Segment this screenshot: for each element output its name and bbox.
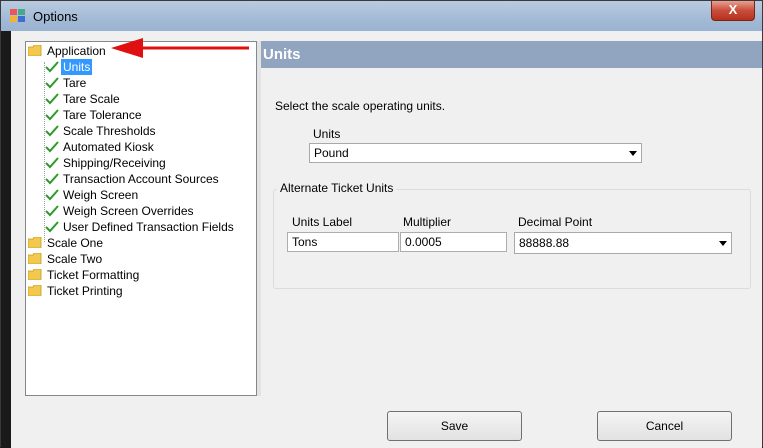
- tree-item-scale-one[interactable]: Scale One: [28, 235, 105, 251]
- decimal-point-value: 88888.88: [519, 236, 570, 250]
- app-icon: [10, 9, 25, 22]
- decimal-point-dropdown[interactable]: 88888.88: [514, 232, 732, 254]
- panel-title: Units: [261, 41, 762, 68]
- instruction-text: Select the scale operating units.: [275, 99, 446, 113]
- units-label: Units: [313, 127, 341, 141]
- tree-item-label: Application: [47, 44, 106, 58]
- tree-item-label: User Defined Transaction Fields: [63, 220, 234, 234]
- tree-item-tare-scale[interactable]: Tare Scale: [45, 91, 122, 107]
- check-icon: [45, 189, 59, 201]
- tree-item-label: Ticket Printing: [47, 284, 123, 298]
- multiplier-label: Multiplier: [403, 215, 452, 229]
- tree-item-scale-two[interactable]: Scale Two: [28, 251, 104, 267]
- tree-item-label: Weigh Screen: [63, 188, 139, 202]
- folder-icon: [28, 285, 42, 296]
- check-icon: [45, 157, 59, 169]
- tree-item-label: Units: [61, 59, 93, 75]
- check-icon: [45, 221, 59, 233]
- close-button[interactable]: X: [711, 1, 755, 21]
- tree-item-label: Transaction Account Sources: [63, 172, 219, 186]
- tree-item-label: Tare Scale: [63, 92, 120, 106]
- tree-item-label: Scale One: [47, 236, 104, 250]
- title-bar[interactable]: Options X: [1, 1, 762, 31]
- check-icon: [45, 173, 59, 185]
- tree-item-ticket-formatting[interactable]: Ticket Formatting: [28, 267, 141, 283]
- folder-icon: [28, 237, 42, 248]
- chevron-down-icon[interactable]: [719, 241, 727, 246]
- units-label-input[interactable]: Tons: [287, 232, 399, 252]
- tree-item-tare-tolerance[interactable]: Tare Tolerance: [45, 107, 144, 123]
- folder-icon: [28, 269, 42, 280]
- window-title: Options: [33, 9, 78, 24]
- tree-item-scale-thresholds[interactable]: Scale Thresholds: [45, 123, 158, 139]
- units-dropdown[interactable]: Pound: [309, 143, 642, 163]
- tree-item-label: Ticket Formatting: [47, 268, 140, 282]
- options-window: Options X Application Units Tare Tare Sc…: [0, 0, 763, 448]
- multiplier-input[interactable]: 0.0005: [400, 232, 507, 252]
- tree-item-application[interactable]: Application: [28, 43, 108, 59]
- tree-item-tare[interactable]: Tare: [45, 75, 88, 91]
- tree-item-user-defined-transaction-fields[interactable]: User Defined Transaction Fields: [45, 219, 236, 235]
- units-dropdown-value: Pound: [314, 146, 349, 160]
- check-icon: [45, 77, 59, 89]
- tree-item-weigh-screen-overrides[interactable]: Weigh Screen Overrides: [45, 203, 196, 219]
- tree-item-transaction-account-sources[interactable]: Transaction Account Sources: [45, 171, 221, 187]
- chevron-down-icon[interactable]: [629, 151, 637, 156]
- folder-icon: [28, 253, 42, 264]
- tree-item-label: Automated Kiosk: [63, 140, 154, 154]
- check-icon: [45, 93, 59, 105]
- check-icon: [45, 205, 59, 217]
- check-icon: [45, 141, 59, 153]
- tree-item-weigh-screen[interactable]: Weigh Screen: [45, 187, 140, 203]
- tree-item-label: Shipping/Receiving: [63, 156, 166, 170]
- folder-icon: [28, 45, 42, 56]
- tree-item-label: Tare Tolerance: [63, 108, 142, 122]
- save-button[interactable]: Save: [387, 411, 522, 441]
- tree-item-ticket-printing[interactable]: Ticket Printing: [28, 283, 125, 299]
- tree-item-label: Tare: [63, 76, 87, 90]
- check-icon: [45, 125, 59, 137]
- check-icon: [45, 61, 59, 73]
- decimal-point-label: Decimal Point: [518, 215, 593, 229]
- window-frame-left: [1, 31, 11, 448]
- alternate-units-group-title: Alternate Ticket Units: [277, 181, 397, 195]
- tree-item-label: Scale Two: [47, 252, 103, 266]
- options-tree[interactable]: Application Units Tare Tare Scale Tare T…: [25, 41, 257, 396]
- tree-item-label: Scale Thresholds: [63, 124, 156, 138]
- units-label-field-label: Units Label: [292, 215, 353, 229]
- check-icon: [45, 109, 59, 121]
- tree-item-label: Weigh Screen Overrides: [63, 204, 194, 218]
- settings-panel: Units Select the scale operating units. …: [261, 41, 762, 396]
- cancel-button[interactable]: Cancel: [597, 411, 732, 441]
- client-area: Application Units Tare Tare Scale Tare T…: [11, 31, 762, 448]
- tree-item-units[interactable]: Units: [45, 59, 93, 75]
- tree-item-automated-kiosk[interactable]: Automated Kiosk: [45, 139, 156, 155]
- tree-item-shipping-receiving[interactable]: Shipping/Receiving: [45, 155, 168, 171]
- close-icon: X: [728, 2, 738, 17]
